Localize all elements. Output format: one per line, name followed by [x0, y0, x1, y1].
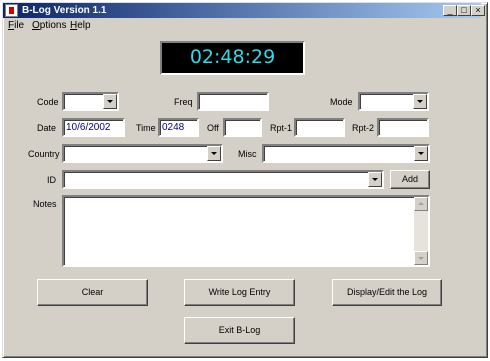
- scroll-down-icon[interactable]: [414, 251, 428, 265]
- display-edit-log-button[interactable]: Display/Edit the Log: [332, 279, 442, 306]
- off-field[interactable]: [223, 118, 262, 137]
- clear-button[interactable]: Clear: [37, 279, 148, 306]
- write-log-entry-button[interactable]: Write Log Entry: [184, 279, 295, 306]
- scroll-up-icon[interactable]: [414, 197, 428, 211]
- time-field[interactable]: 0248: [158, 118, 199, 137]
- country-combo[interactable]: [62, 144, 223, 163]
- date-field[interactable]: 10/6/2002: [62, 118, 125, 137]
- id-dropdown-arrow-icon[interactable]: [368, 172, 382, 187]
- time-label: Time: [136, 123, 156, 133]
- off-label: Off: [207, 123, 219, 133]
- code-label: Code: [37, 97, 59, 107]
- exit-button[interactable]: Exit B-Log: [184, 317, 295, 344]
- freq-label: Freq: [174, 97, 193, 107]
- menu-options[interactable]: Options: [32, 20, 66, 31]
- menu-file[interactable]: File: [8, 20, 24, 31]
- mode-label: Mode: [330, 97, 353, 107]
- misc-combo[interactable]: [262, 144, 430, 163]
- window-title: B-Log Version 1.1: [22, 5, 107, 16]
- clock-display: 02:48:29: [160, 41, 305, 75]
- notes-textarea[interactable]: [62, 195, 430, 267]
- code-combo[interactable]: [62, 92, 119, 111]
- mode-combo[interactable]: [358, 92, 429, 111]
- app-icon: [5, 4, 18, 17]
- code-dropdown-arrow-icon[interactable]: [103, 94, 117, 109]
- minimize-button[interactable]: _: [443, 5, 457, 16]
- country-label: Country: [28, 149, 60, 159]
- freq-field[interactable]: [197, 92, 269, 111]
- menu-help[interactable]: Help: [70, 20, 91, 31]
- rpt2-field[interactable]: [377, 118, 429, 137]
- notes-scrollbar[interactable]: [414, 197, 428, 265]
- rpt1-label: Rpt-1: [270, 123, 293, 133]
- id-combo[interactable]: [62, 170, 384, 189]
- maximize-button[interactable]: □: [457, 5, 471, 16]
- mode-dropdown-arrow-icon[interactable]: [413, 94, 427, 109]
- date-label: Date: [37, 123, 57, 133]
- rpt1-field[interactable]: [294, 118, 345, 137]
- title-bar[interactable]: B-Log Version 1.1 _ □ ×: [3, 3, 485, 18]
- country-dropdown-arrow-icon[interactable]: [207, 146, 221, 161]
- rpt2-label: Rpt-2: [352, 123, 375, 133]
- misc-label: Misc: [238, 149, 257, 159]
- notes-label: Notes: [33, 199, 57, 209]
- add-button[interactable]: Add: [390, 170, 430, 189]
- close-button[interactable]: ×: [471, 5, 485, 16]
- misc-dropdown-arrow-icon[interactable]: [414, 146, 428, 161]
- id-label: ID: [47, 175, 56, 185]
